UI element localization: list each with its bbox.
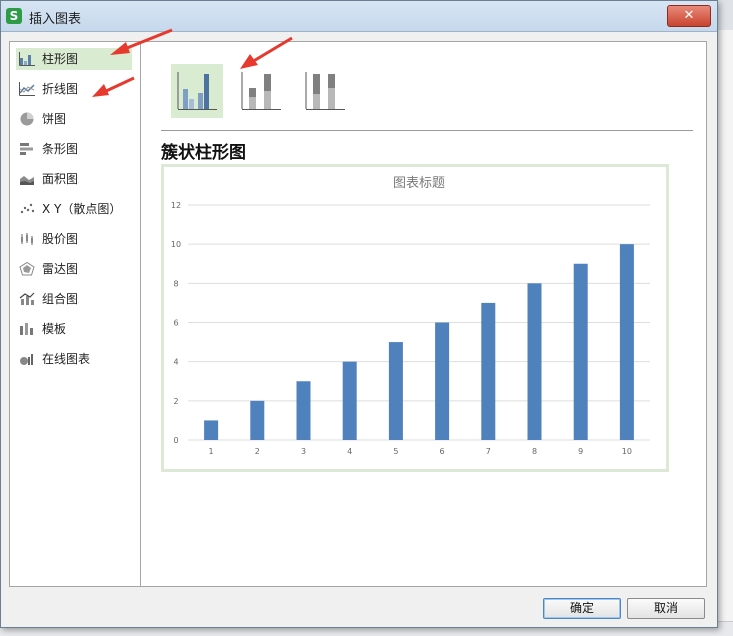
sidebar-item-label: 组合图: [42, 292, 79, 306]
sidebar-item-scatter[interactable]: X Y（散点图）: [16, 198, 132, 220]
x-tick-label: 8: [532, 447, 537, 456]
sidebar-item-label: 饼图: [42, 112, 67, 126]
pie-chart-icon: [20, 112, 34, 126]
chart-title: 图表标题: [393, 176, 445, 191]
area-chart-icon: [20, 176, 34, 185]
app-logo-icon: S: [6, 8, 22, 24]
annotation-arrow-icon: [92, 76, 135, 97]
sidebar-item-combo[interactable]: 组合图: [16, 288, 132, 310]
sidebar-item-label: 股价图: [42, 232, 79, 246]
sidebar-item-template[interactable]: 模板: [16, 318, 132, 340]
sidebar-item-label: 雷达图: [42, 262, 79, 276]
sidebar-item-pie[interactable]: 饼图: [16, 108, 132, 130]
dialog-title: 插入图表: [29, 12, 82, 27]
sidebar-item-area[interactable]: 面积图: [16, 168, 132, 190]
x-tick-label: 4: [347, 447, 352, 456]
clustered-column-icon: [177, 72, 217, 110]
sidebar-item-label: 柱形图: [42, 52, 79, 66]
x-tick-label: 2: [255, 447, 260, 456]
y-tick-label: 0: [173, 436, 178, 445]
annotation-arrow-icon: [240, 36, 293, 69]
bar: [619, 244, 634, 440]
bar: [250, 400, 265, 440]
subtype-title: 簇状柱形图: [161, 143, 246, 163]
chart-preview: 图表标题 0 2 4 6 8 10 12 1 2 3 4 5 6 7 8 9 10: [161, 164, 669, 472]
bar: [296, 381, 311, 440]
x-tick-label: 9: [578, 447, 583, 456]
bar: [204, 420, 219, 440]
sidebar-item-stock[interactable]: 股价图: [16, 228, 132, 250]
online-chart-icon: [20, 354, 33, 365]
section-divider: [161, 130, 693, 131]
percent-stacked-column-icon: [305, 72, 345, 110]
chart-type-sidebar: 柱形图 折线图 饼图 条形图 面积图 X Y（散点图） 股价图 雷达图 组合图 …: [10, 42, 141, 586]
sidebar-item-label: 条形图: [42, 142, 79, 156]
x-tick-label: 10: [622, 447, 632, 456]
cancel-button[interactable]: 取消: [627, 598, 705, 619]
combo-chart-icon: [19, 292, 35, 305]
radar-chart-icon: [19, 262, 35, 276]
sidebar-item-label: 面积图: [42, 172, 79, 186]
bar: [481, 302, 496, 440]
ok-button[interactable]: 确定: [543, 598, 621, 619]
template-icon: [20, 323, 33, 335]
dialog-footer: 确定 取消: [1, 586, 717, 626]
bar-chart-icon: [20, 143, 33, 155]
chart-main-panel: 簇状柱形图 图表标题 0 2 4 6 8 10 12 1 2 3 4 5 6 7 8 9 10: [141, 42, 706, 586]
sidebar-item-radar[interactable]: 雷达图: [16, 258, 132, 280]
x-tick-label: 7: [486, 447, 491, 456]
y-tick-label: 8: [173, 279, 178, 288]
chart-preview-svg: 图表标题0246810121 2 3 4 5 6 7 8 9 10: [171, 176, 650, 456]
bar: [527, 283, 542, 440]
y-tick-label: 4: [173, 358, 178, 367]
dialog-content: 柱形图 折线图 饼图 条形图 面积图 X Y（散点图） 股价图 雷达图 组合图 …: [9, 41, 707, 587]
y-tick-label: 6: [173, 319, 178, 328]
x-tick-label: 5: [393, 447, 398, 456]
stock-chart-icon: [21, 233, 33, 245]
subtype-percent-stacked-column[interactable]: [299, 64, 351, 118]
sidebar-item-online[interactable]: 在线图表: [16, 348, 132, 370]
scatter-chart-icon: [20, 203, 35, 214]
y-tick-label: 10: [171, 240, 181, 249]
x-tick-label: 6: [440, 447, 445, 456]
subtype-clustered-column[interactable]: [171, 64, 223, 118]
sidebar-item-label: 在线图表: [42, 352, 91, 366]
sidebar-item-bar[interactable]: 条形图: [16, 138, 132, 160]
sidebar-item-label: X Y（散点图）: [42, 202, 122, 216]
sidebar-item-label: 折线图: [42, 82, 79, 96]
column-chart-icon: [19, 52, 35, 66]
y-tick-label: 12: [171, 201, 181, 210]
bar: [435, 322, 450, 440]
bar: [342, 361, 357, 440]
sidebar-item-label: 模板: [42, 322, 67, 336]
line-chart-icon: [19, 82, 35, 96]
close-button[interactable]: ✕: [667, 5, 711, 27]
bar: [388, 342, 403, 440]
x-tick-label: 3: [301, 447, 306, 456]
annotation-arrow-icon: [110, 28, 173, 55]
bar: [573, 263, 588, 440]
y-tick-label: 2: [173, 397, 178, 406]
x-tick-label: 1: [209, 447, 214, 456]
